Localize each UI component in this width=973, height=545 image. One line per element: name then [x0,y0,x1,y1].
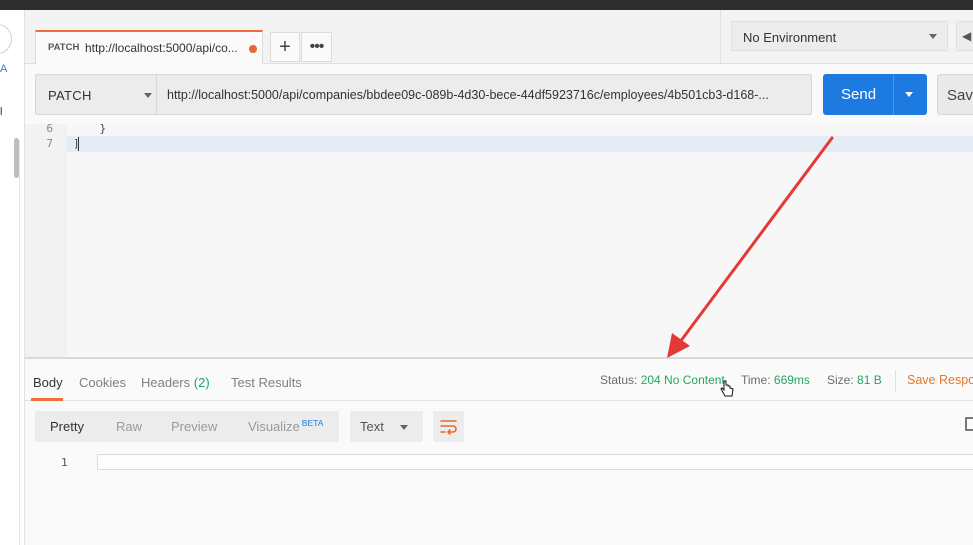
window-title-bar [0,0,973,10]
tab-options-button[interactable]: ••• [301,32,332,62]
status-label: Status: [600,373,638,387]
tab-cookies[interactable]: Cookies [79,375,126,390]
method-select[interactable]: PATCH [35,74,156,115]
line-number: 1 [61,456,68,469]
url-value: http://localhost:5000/api/companies/bbde… [167,88,769,102]
view-visualize-button[interactable]: Visualize BETA [248,418,324,434]
format-select[interactable]: Text [350,411,423,442]
sidebar-fragment-b: l [0,106,3,118]
size-value[interactable]: 81 B [857,373,882,387]
sidebar-edge: A l [0,10,25,545]
divider [895,370,896,392]
request-tab-strip: PATCH http://localhost:5000/api/co... + … [25,10,973,64]
response-view-segmented: Pretty Raw Preview Visualize BETA [35,411,339,442]
tab-headers[interactable]: Headers (2) [141,375,210,390]
code-line: } [73,122,107,135]
response-tabs: Body Cookies Headers (2) Test Results St… [25,359,973,401]
active-line-highlight [25,136,973,152]
wrap-lines-button[interactable] [433,411,464,442]
eye-icon: ◀ [962,29,972,43]
text-cursor [78,137,79,151]
save-label: Save [947,87,973,104]
view-raw-button[interactable]: Raw [116,419,142,434]
time-label: Time: [741,373,771,387]
tab-headers-label: Headers [141,375,191,390]
request-tab-url: http://localhost:5000/api/co... [85,41,238,55]
divider [720,10,721,64]
response-toolbar: Pretty Raw Preview Visualize BETA Text [25,401,973,453]
sidebar-circle-button[interactable] [0,24,12,54]
headers-count-badge: (2) [193,375,210,390]
url-bar: PATCH http://localhost:5000/api/companie… [25,64,973,124]
size-label: Size: [827,373,854,387]
request-body-editor[interactable]: 6 } 7 ] [25,122,973,357]
response-time: Time: 669ms [741,373,810,387]
response-body[interactable]: 1 [25,453,973,545]
environment-label: No Environment [743,30,837,45]
sidebar-scrollbar[interactable] [14,138,19,178]
chevron-down-icon [400,425,408,430]
wrap-lines-icon [440,420,457,435]
time-value[interactable]: 669ms [774,373,810,387]
url-input[interactable]: http://localhost:5000/api/companies/bbde… [156,74,812,115]
save-response-button[interactable]: Save Respo [907,373,973,387]
response-size: Size: 81 B [827,373,882,387]
view-pretty-button[interactable]: Pretty [50,419,84,434]
copy-icon[interactable] [965,417,973,431]
chevron-down-icon [929,34,937,39]
beta-badge: BETA [301,418,324,428]
tab-test-results[interactable]: Test Results [231,375,302,390]
chevron-down-icon[interactable] [905,92,913,97]
send-label: Send [841,86,877,103]
format-label: Text [360,419,384,434]
request-tab[interactable]: PATCH http://localhost:5000/api/co... [35,30,263,64]
environment-select[interactable]: No Environment [731,21,948,51]
unsaved-dot-icon [249,45,257,53]
method-label: PATCH [48,88,92,103]
response-status: Status: 204 No Content [600,373,725,387]
sidebar-scroll-track [19,140,20,545]
tab-body[interactable]: Body [33,375,63,390]
hand-cursor-icon [720,380,734,397]
sidebar-fragment-a: A [0,63,8,75]
new-tab-button[interactable]: + [270,32,300,62]
request-tab-method: PATCH [48,42,80,53]
plus-icon: + [279,36,291,58]
send-divider [893,74,894,115]
line-number: 6 [46,122,53,135]
send-button[interactable]: Send [823,74,927,115]
line-number-gutter [25,124,67,357]
more-icon: ••• [309,38,325,55]
view-preview-button[interactable]: Preview [171,419,217,434]
response-line-content [97,454,973,470]
line-number: 7 [46,137,53,150]
save-button[interactable]: Save [937,74,973,115]
chevron-down-icon [144,93,152,98]
visualize-label: Visualize [248,419,300,434]
status-value[interactable]: 204 No Content [641,373,725,387]
environment-quick-look-button[interactable]: ◀ [956,21,973,51]
